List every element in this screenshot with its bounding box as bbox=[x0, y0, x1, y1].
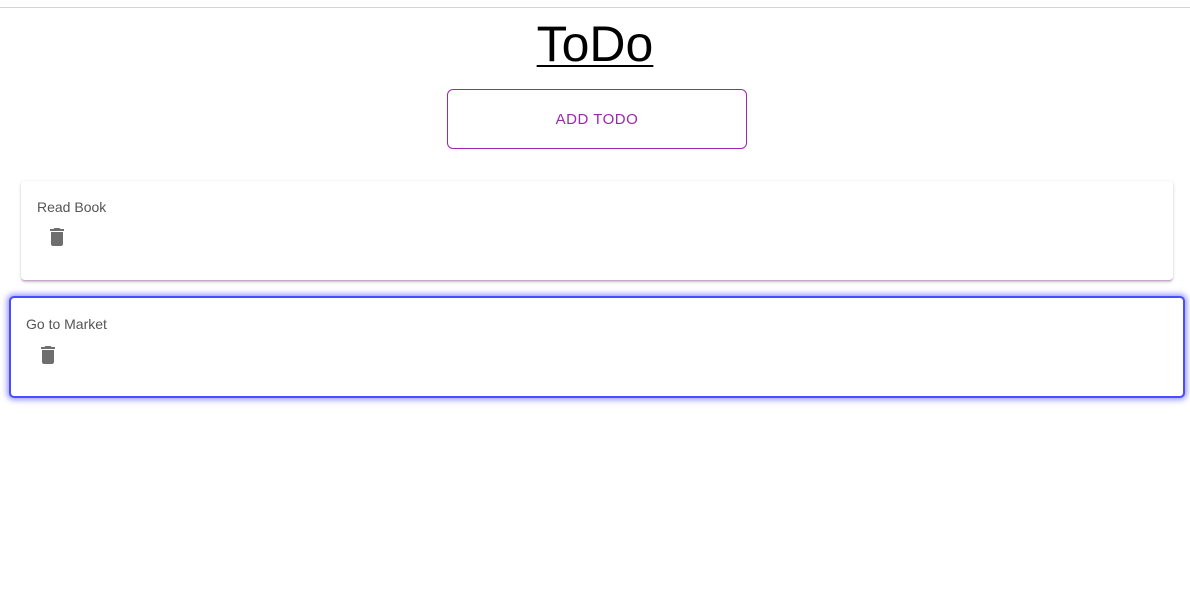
top-divider bbox=[0, 7, 1190, 8]
delete-todo-button[interactable] bbox=[45, 225, 69, 249]
add-todo-button[interactable]: ADD TODO bbox=[447, 89, 747, 149]
todo-item: Read Book bbox=[21, 181, 1173, 281]
trash-icon bbox=[50, 228, 64, 246]
page-title: ToDo bbox=[536, 16, 654, 72]
todo-item-focused: Go to Market bbox=[9, 296, 1185, 398]
todo-item-text: Read Book bbox=[37, 199, 107, 215]
delete-todo-button[interactable] bbox=[36, 343, 60, 367]
trash-icon bbox=[41, 346, 55, 364]
todo-item-text: Go to Market bbox=[26, 316, 107, 332]
